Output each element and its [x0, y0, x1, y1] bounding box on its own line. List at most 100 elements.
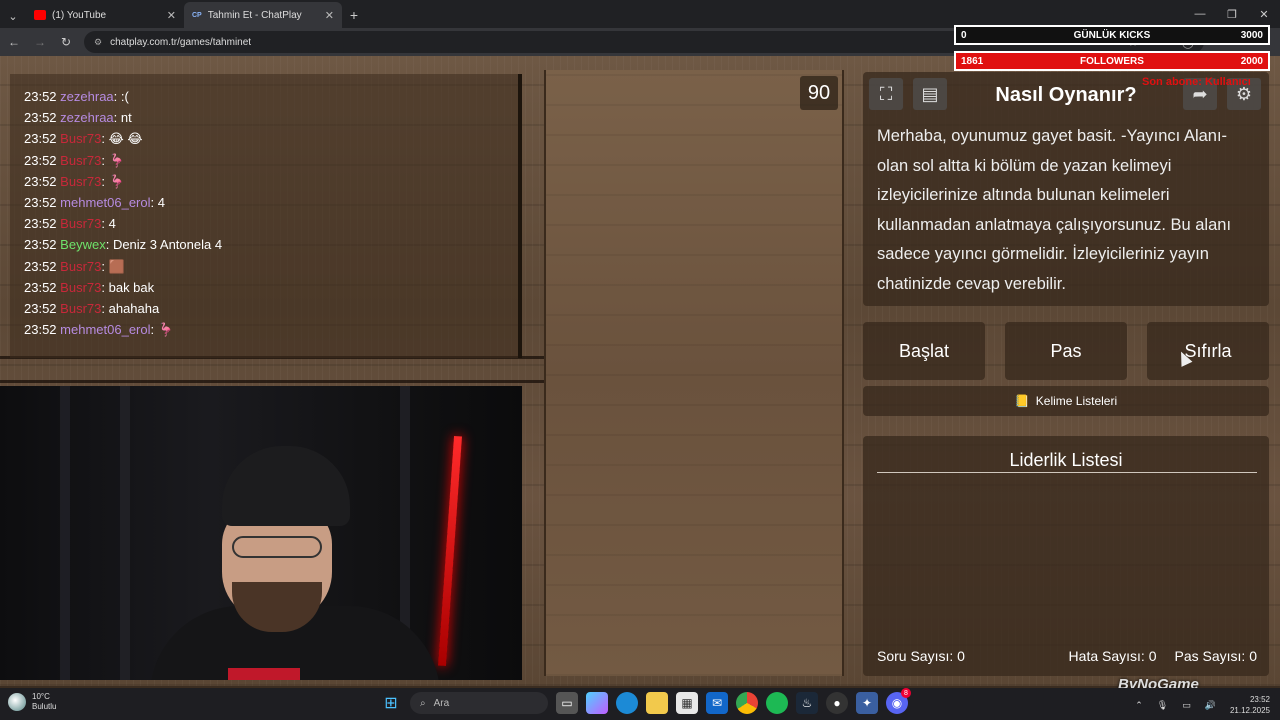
chat-text: ahahaha [108, 301, 160, 317]
tab-chatplay-label: Tahmin Et - ChatPlay [207, 9, 302, 21]
network-icon[interactable]: ▭ [1182, 700, 1191, 711]
chrome-icon[interactable] [736, 692, 758, 714]
new-tab-button[interactable]: + [342, 2, 366, 28]
how-to-play-text: Merhaba, oyunumuz gayet basit. -Yayıncı … [877, 127, 1232, 293]
chat-username[interactable]: Busr73 [60, 259, 101, 274]
chat-message: 23:52 zezehraa: :( [24, 89, 129, 104]
copilot-icon[interactable] [586, 692, 608, 714]
chat-username[interactable]: Busr73 [60, 301, 101, 316]
mail-icon[interactable]: ✉ [706, 692, 728, 714]
chat-time: 23:52 [24, 237, 57, 253]
tab-youtube-label: (1) YouTube [52, 9, 107, 21]
steam-icon[interactable]: ♨ [796, 692, 818, 714]
chat-time: 23:52 [24, 301, 57, 317]
last-sub-text: Son abone: Kullanıcı [1142, 76, 1251, 88]
chat-message: 23:52 Busr73: 4 [24, 216, 116, 232]
chat-message: 23:52 Busr73: ahahaha [24, 301, 160, 317]
forward-icon[interactable]: → [32, 35, 48, 49]
leaderboard-title: Liderlik Listesi [1009, 450, 1123, 470]
pass-button[interactable]: Pas [1005, 322, 1127, 380]
chat-time: 23:52 [24, 152, 57, 168]
chat-text: 😂 😂 [108, 131, 143, 147]
chat-username[interactable]: zezehraa [60, 110, 113, 125]
chat-time: 23:52 [24, 216, 57, 232]
chat-username[interactable]: Busr73 [60, 174, 101, 189]
chat-username[interactable]: Busr73 [60, 216, 101, 231]
chat-time: 23:52 [24, 195, 57, 211]
task-view-icon[interactable]: ▭ [556, 692, 578, 714]
minimize-button[interactable]: — [1184, 0, 1216, 28]
stats-row: Soru Sayısı: 0 Hata Sayısı: 0 Pas Sayısı… [877, 648, 1257, 664]
chat-username[interactable]: mehmet06_erol [60, 322, 150, 337]
red-object [228, 668, 300, 680]
chat-username[interactable]: Busr73 [60, 131, 101, 146]
kicks-goal-bar: 0 GÜNLÜK KICKS 3000 [954, 25, 1270, 45]
chat-time: 23:52 [24, 258, 57, 274]
pass-count: Pas Sayısı: 0 [1174, 648, 1258, 664]
close-window-button[interactable]: ✕ [1248, 0, 1280, 28]
app-icon[interactable]: ✦ [856, 692, 878, 714]
tab-youtube[interactable]: (1) YouTube ✕ [26, 2, 184, 28]
chat-text: nt [120, 110, 132, 126]
word-lists-button[interactable]: 📒 Kelime Listeleri [863, 386, 1269, 416]
question-count: Soru Sayısı: 0 [877, 648, 965, 664]
close-icon[interactable]: ✕ [167, 9, 176, 22]
window-controls: — ❐ ✕ [1184, 0, 1280, 28]
taskbar: 10°C Bulutlu ⊞ ⌕ Ara ▭ ▦ ✉ ♨ ● ✦ ◉ 8 ⌃ 🎙 ▭… [0, 688, 1280, 720]
cloud-icon [8, 693, 26, 711]
red-light [437, 436, 463, 666]
glasses [232, 536, 322, 558]
start-button[interactable]: Başlat [863, 322, 985, 380]
store-icon[interactable]: ▦ [676, 692, 698, 714]
file-explorer-icon[interactable] [646, 692, 668, 714]
browser-tab-bar: ⌄ (1) YouTube ✕ CP Tahmin Et - ChatPlay … [0, 0, 1280, 28]
restore-button[interactable]: ❐ [1216, 0, 1248, 28]
chat-time: 23:52 [24, 131, 57, 147]
how-to-play-panel: ⛶ ▤ Nasıl Oynanır? ➦ ⚙ Merhaba, oyunumuz… [863, 72, 1269, 306]
chat-message: 23:52 Busr73: bak bak [24, 279, 155, 295]
divider [877, 472, 1257, 473]
windows-start-icon[interactable]: ⊞ [380, 692, 402, 714]
weather-widget[interactable]: 10°C Bulutlu [8, 692, 56, 712]
chat-message: 23:52 Busr73: 🟫 [24, 258, 125, 274]
chat-message: 23:52 mehmet06_erol: 🦩 [24, 322, 174, 338]
reset-button[interactable]: Sıfırla [1147, 322, 1269, 380]
site-info-icon[interactable]: ⚙ [94, 37, 102, 48]
obs-icon[interactable]: ● [826, 692, 848, 714]
clock[interactable]: 23:52 21.12.2025 [1230, 694, 1270, 716]
error-count: Hata Sayısı: 0 [1068, 648, 1157, 664]
spotify-icon[interactable] [766, 692, 788, 714]
reload-icon[interactable]: ↻ [58, 35, 74, 49]
chat-message: 23:52 Busr73: 🦩 [24, 152, 125, 168]
system-tray: ⌃ 🎙 ▭ 🔊 23:52 21.12.2025 [1135, 694, 1270, 716]
chat-text: 4 [108, 216, 116, 232]
edge-icon[interactable] [616, 692, 638, 714]
microphone-icon[interactable]: 🎙 [1157, 700, 1168, 711]
divider [0, 380, 544, 383]
chat-username[interactable]: zezehraa [60, 89, 113, 104]
chat-text: 4 [157, 195, 165, 211]
tab-search-button[interactable]: ⌄ [0, 4, 26, 28]
chat-text: 🦩 [108, 152, 125, 168]
back-icon[interactable]: ← [6, 35, 22, 49]
tab-chatplay[interactable]: CP Tahmin Et - ChatPlay ✕ [184, 2, 342, 28]
chat-message: 23:52 Busr73: 🦩 [24, 173, 125, 189]
leaderboard-panel: Liderlik Listesi Soru Sayısı: 0 Hata Say… [863, 436, 1269, 676]
chat-time: 23:52 [24, 322, 57, 338]
chat-username[interactable]: mehmet06_erol [60, 195, 150, 210]
notebook-icon: 📒 [1014, 394, 1030, 408]
chat-username[interactable]: Beywex [60, 237, 106, 252]
chat-message: 23:52 zezehraa: nt [24, 110, 132, 126]
chat-text: 🟫 [108, 258, 125, 274]
chat-username[interactable]: Busr73 [60, 153, 101, 168]
word-lists-label: Kelime Listeleri [1035, 394, 1118, 408]
discord-icon[interactable]: ◉ 8 [886, 688, 911, 714]
chevron-up-icon[interactable]: ⌃ [1135, 700, 1143, 711]
chat-username[interactable]: Busr73 [60, 280, 101, 295]
cap [222, 446, 350, 526]
close-icon[interactable]: ✕ [325, 9, 334, 22]
volume-icon[interactable]: 🔊 [1205, 700, 1216, 711]
taskbar-search[interactable]: ⌕ Ara [410, 692, 548, 714]
chat-message: 23:52 Beywex: Deniz 3 Antonela 4 [24, 237, 223, 253]
chat-text: 🦩 [157, 322, 174, 338]
